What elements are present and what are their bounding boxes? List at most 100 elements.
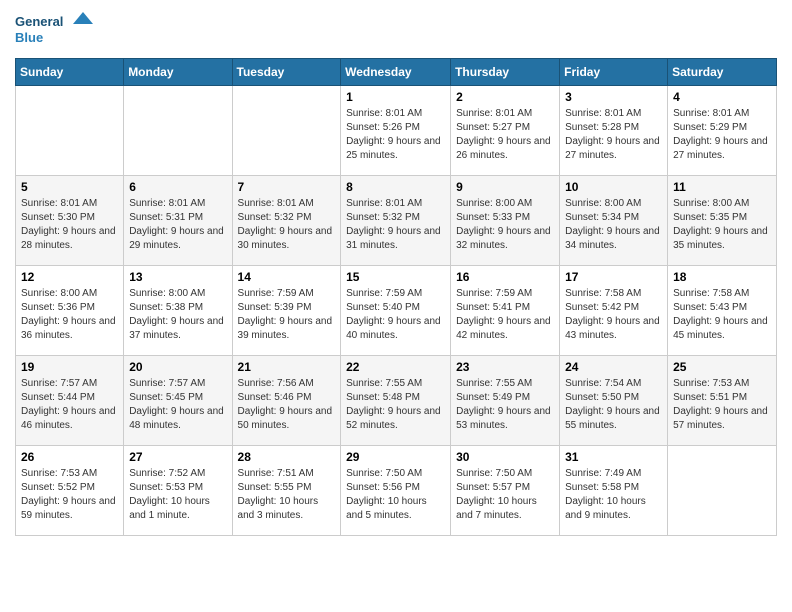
day-info: Sunrise: 7:58 AM Sunset: 5:42 PM Dayligh… — [565, 287, 662, 343]
day-info: Sunrise: 8:00 AM Sunset: 5:35 PM Dayligh… — [673, 197, 771, 253]
calendar-cell: 22 Sunrise: 7:55 AM Sunset: 5:48 PM Dayli… — [341, 356, 451, 446]
calendar-cell: 16 Sunrise: 7:59 AM Sunset: 5:41 PM Dayli… — [451, 266, 560, 356]
day-number: 26 — [21, 450, 118, 464]
calendar-cell: 26 Sunrise: 7:53 AM Sunset: 5:52 PM Dayli… — [16, 446, 124, 536]
day-number: 30 — [456, 450, 554, 464]
calendar-cell: 11 Sunrise: 8:00 AM Sunset: 5:35 PM Dayli… — [668, 176, 777, 266]
day-number: 12 — [21, 270, 118, 284]
calendar-cell: 29 Sunrise: 7:50 AM Sunset: 5:56 PM Dayli… — [341, 446, 451, 536]
day-info: Sunrise: 8:01 AM Sunset: 5:27 PM Dayligh… — [456, 107, 554, 163]
day-number: 24 — [565, 360, 662, 374]
calendar-cell: 10 Sunrise: 8:00 AM Sunset: 5:34 PM Dayli… — [560, 176, 668, 266]
calendar-cell: 20Sunrise: 7:57 AM Sunset: 5:45 PM Dayli… — [124, 356, 232, 446]
day-number: 6 — [129, 180, 226, 194]
calendar-week-row: 12Sunrise: 8:00 AM Sunset: 5:36 PM Dayli… — [16, 266, 777, 356]
calendar-cell: 18Sunrise: 7:58 AM Sunset: 5:43 PM Dayli… — [668, 266, 777, 356]
logo: General Blue — [15, 10, 95, 50]
calendar-cell: 24 Sunrise: 7:54 AM Sunset: 5:50 PM Dayli… — [560, 356, 668, 446]
day-number: 31 — [565, 450, 662, 464]
day-number: 16 — [456, 270, 554, 284]
day-info: Sunrise: 7:49 AM Sunset: 5:58 PM Dayligh… — [565, 467, 662, 523]
day-number: 14 — [238, 270, 336, 284]
day-info: Sunrise: 8:01 AM Sunset: 5:28 PM Dayligh… — [565, 107, 662, 163]
weekday-header-wednesday: Wednesday — [341, 59, 451, 86]
calendar-cell: 17 Sunrise: 7:58 AM Sunset: 5:42 PM Dayli… — [560, 266, 668, 356]
day-number: 29 — [346, 450, 445, 464]
day-number: 5 — [21, 180, 118, 194]
day-info: Sunrise: 7:57 AM Sunset: 5:44 PM Dayligh… — [21, 377, 118, 433]
calendar-cell: 9 Sunrise: 8:00 AM Sunset: 5:33 PM Daylig… — [451, 176, 560, 266]
calendar-cell: 3 Sunrise: 8:01 AM Sunset: 5:28 PM Daylig… — [560, 86, 668, 176]
day-info: Sunrise: 7:54 AM Sunset: 5:50 PM Dayligh… — [565, 377, 662, 433]
day-number: 25 — [673, 360, 771, 374]
calendar-cell: 4 Sunrise: 8:01 AM Sunset: 5:29 PM Daylig… — [668, 86, 777, 176]
calendar-header: SundayMondayTuesdayWednesdayThursdayFrid… — [16, 59, 777, 86]
calendar-cell: 12Sunrise: 8:00 AM Sunset: 5:36 PM Dayli… — [16, 266, 124, 356]
day-number: 15 — [346, 270, 445, 284]
calendar-cell: 23Sunrise: 7:55 AM Sunset: 5:49 PM Dayli… — [451, 356, 560, 446]
day-number: 28 — [238, 450, 336, 464]
weekday-header-thursday: Thursday — [451, 59, 560, 86]
svg-text:Blue: Blue — [15, 30, 43, 45]
day-info: Sunrise: 7:58 AM Sunset: 5:43 PM Dayligh… — [673, 287, 771, 343]
weekday-header-tuesday: Tuesday — [232, 59, 341, 86]
calendar-cell: 1 Sunrise: 8:01 AM Sunset: 5:26 PM Daylig… — [341, 86, 451, 176]
weekday-header-row: SundayMondayTuesdayWednesdayThursdayFrid… — [16, 59, 777, 86]
day-info: Sunrise: 7:52 AM Sunset: 5:53 PM Dayligh… — [129, 467, 226, 523]
calendar-body: 1 Sunrise: 8:01 AM Sunset: 5:26 PM Daylig… — [16, 86, 777, 536]
day-info: Sunrise: 7:50 AM Sunset: 5:56 PM Dayligh… — [346, 467, 445, 523]
day-info: Sunrise: 8:01 AM Sunset: 5:32 PM Dayligh… — [346, 197, 445, 253]
day-number: 17 — [565, 270, 662, 284]
calendar-cell: 28Sunrise: 7:51 AM Sunset: 5:55 PM Dayli… — [232, 446, 341, 536]
calendar-table: SundayMondayTuesdayWednesdayThursdayFrid… — [15, 58, 777, 536]
day-number: 2 — [456, 90, 554, 104]
calendar-cell — [232, 86, 341, 176]
calendar-cell: 15Sunrise: 7:59 AM Sunset: 5:40 PM Dayli… — [341, 266, 451, 356]
day-number: 3 — [565, 90, 662, 104]
calendar-cell — [16, 86, 124, 176]
weekday-header-monday: Monday — [124, 59, 232, 86]
day-number: 10 — [565, 180, 662, 194]
svg-text:General: General — [15, 14, 63, 29]
day-info: Sunrise: 8:01 AM Sunset: 5:29 PM Dayligh… — [673, 107, 771, 163]
day-info: Sunrise: 7:53 AM Sunset: 5:52 PM Dayligh… — [21, 467, 118, 523]
calendar-cell: 27 Sunrise: 7:52 AM Sunset: 5:53 PM Dayli… — [124, 446, 232, 536]
day-info: Sunrise: 7:59 AM Sunset: 5:39 PM Dayligh… — [238, 287, 336, 343]
calendar-cell: 25Sunrise: 7:53 AM Sunset: 5:51 PM Dayli… — [668, 356, 777, 446]
day-number: 1 — [346, 90, 445, 104]
day-number: 9 — [456, 180, 554, 194]
day-info: Sunrise: 8:01 AM Sunset: 5:32 PM Dayligh… — [238, 197, 336, 253]
calendar-cell: 19Sunrise: 7:57 AM Sunset: 5:44 PM Dayli… — [16, 356, 124, 446]
calendar-week-row: 5 Sunrise: 8:01 AM Sunset: 5:30 PM Daylig… — [16, 176, 777, 266]
day-info: Sunrise: 8:00 AM Sunset: 5:33 PM Dayligh… — [456, 197, 554, 253]
day-info: Sunrise: 7:55 AM Sunset: 5:49 PM Dayligh… — [456, 377, 554, 433]
calendar-week-row: 1 Sunrise: 8:01 AM Sunset: 5:26 PM Daylig… — [16, 86, 777, 176]
day-number: 22 — [346, 360, 445, 374]
calendar-cell: 14 Sunrise: 7:59 AM Sunset: 5:39 PM Dayli… — [232, 266, 341, 356]
calendar-cell: 6 Sunrise: 8:01 AM Sunset: 5:31 PM Daylig… — [124, 176, 232, 266]
day-number: 13 — [129, 270, 226, 284]
calendar-cell: 8Sunrise: 8:01 AM Sunset: 5:32 PM Daylig… — [341, 176, 451, 266]
calendar-cell: 30 Sunrise: 7:50 AM Sunset: 5:57 PM Dayli… — [451, 446, 560, 536]
day-info: Sunrise: 7:56 AM Sunset: 5:46 PM Dayligh… — [238, 377, 336, 433]
day-info: Sunrise: 7:55 AM Sunset: 5:48 PM Dayligh… — [346, 377, 445, 433]
calendar-week-row: 19Sunrise: 7:57 AM Sunset: 5:44 PM Dayli… — [16, 356, 777, 446]
calendar-cell: 7 Sunrise: 8:01 AM Sunset: 5:32 PM Daylig… — [232, 176, 341, 266]
page-header: General Blue — [15, 10, 777, 50]
logo-svg: General Blue — [15, 10, 95, 50]
day-info: Sunrise: 7:50 AM Sunset: 5:57 PM Dayligh… — [456, 467, 554, 523]
calendar-cell: 21 Sunrise: 7:56 AM Sunset: 5:46 PM Dayli… — [232, 356, 341, 446]
day-info: Sunrise: 8:00 AM Sunset: 5:34 PM Dayligh… — [565, 197, 662, 253]
weekday-header-sunday: Sunday — [16, 59, 124, 86]
day-number: 4 — [673, 90, 771, 104]
day-info: Sunrise: 8:01 AM Sunset: 5:31 PM Dayligh… — [129, 197, 226, 253]
day-info: Sunrise: 7:59 AM Sunset: 5:41 PM Dayligh… — [456, 287, 554, 343]
weekday-header-saturday: Saturday — [668, 59, 777, 86]
day-number: 7 — [238, 180, 336, 194]
day-number: 21 — [238, 360, 336, 374]
day-info: Sunrise: 8:00 AM Sunset: 5:38 PM Dayligh… — [129, 287, 226, 343]
day-info: Sunrise: 8:01 AM Sunset: 5:30 PM Dayligh… — [21, 197, 118, 253]
day-info: Sunrise: 8:01 AM Sunset: 5:26 PM Dayligh… — [346, 107, 445, 163]
day-number: 27 — [129, 450, 226, 464]
day-number: 11 — [673, 180, 771, 194]
